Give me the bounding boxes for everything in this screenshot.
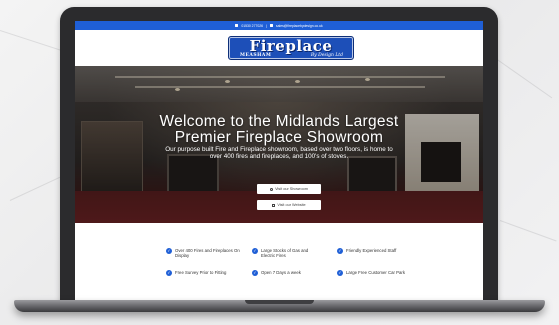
feature-label: Large Free Customer Car Park (346, 270, 405, 275)
laptop-hinge-notch (245, 300, 314, 304)
check-circle-icon: ✓ (337, 247, 343, 254)
visit-website-button[interactable]: Visit our Website (257, 200, 321, 210)
feature-item: ✓ Open 7 Days a week (252, 269, 322, 276)
contact-bar: 01530 277026 | sales@fireplacebydesign.c… (75, 21, 483, 30)
contact-email[interactable]: sales@fireplacebydesign.co.uk (276, 24, 323, 28)
check-circle-icon: ✓ (337, 269, 343, 276)
site-logo[interactable]: Fireplace MEASHAM By Design Ltd (228, 36, 354, 60)
feature-label: Friendly Experienced Staff (346, 248, 397, 253)
features-section: ✓ Over 400 Fires and Fireplaces On Displ… (75, 223, 483, 302)
feature-item: ✓ Friendly Experienced Staff (337, 247, 417, 254)
feature-label: Free Survey Prior to Fitting (175, 270, 227, 275)
visit-website-label: Visit our Website (277, 203, 306, 207)
hero-title-line1: Welcome to the Midlands Largest (159, 113, 399, 130)
marble-vein (499, 220, 557, 242)
feature-item: ✓ Free Survey Prior to Fitting (166, 269, 246, 276)
feature-label: Large Stocks of Gas and Electric Fires (261, 248, 309, 259)
feature-label: Open 7 Days a week (261, 270, 301, 275)
feature-label: Over 400 Fires and Fireplaces On Display (175, 248, 240, 259)
logo-location: MEASHAM (240, 53, 272, 58)
site-header: Fireplace MEASHAM By Design Ltd (75, 30, 483, 66)
check-circle-icon: ✓ (166, 247, 172, 254)
phone-icon (235, 24, 239, 27)
logo-tagline: By Design Ltd (310, 53, 343, 58)
contact-separator: | (266, 23, 267, 28)
check-circle-icon: ✓ (252, 269, 258, 276)
visit-showroom-label: Visit our Showroom (275, 187, 308, 191)
external-link-icon (272, 203, 276, 207)
feature-item: ✓ Large Free Customer Car Park (337, 269, 427, 276)
laptop-screen: 01530 277026 | sales@fireplacebydesign.c… (75, 21, 483, 302)
check-circle-icon: ✓ (166, 269, 172, 276)
contact-phone[interactable]: 01530 277026 (241, 24, 263, 28)
check-circle-icon: ✓ (252, 247, 258, 254)
hero-title: Welcome to the Midlands Largest Premier … (75, 114, 483, 146)
feature-item: ✓ Large Stocks of Gas and Electric Fires (252, 247, 316, 259)
hero-banner: Welcome to the Midlands Largest Premier … (75, 66, 483, 223)
visit-showroom-button[interactable]: Visit our Showroom (257, 184, 321, 194)
map-pin-icon (270, 187, 274, 191)
hero-subtitle: Our purpose built Fire and Fireplace sho… (165, 146, 393, 160)
email-icon (269, 24, 273, 27)
feature-item: ✓ Over 400 Fires and Fireplaces On Displ… (166, 247, 240, 259)
hero-title-line2: Premier Fireplace Showroom (174, 129, 384, 146)
